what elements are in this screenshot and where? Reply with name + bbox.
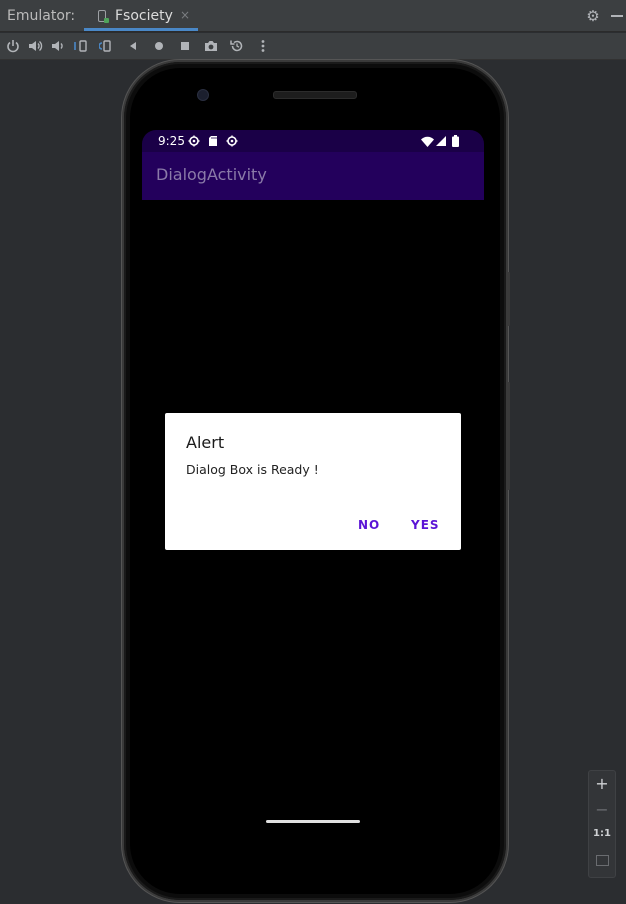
home-icon[interactable] bbox=[151, 38, 167, 54]
hide-minimize-icon[interactable] bbox=[611, 15, 623, 17]
tab-fsociety[interactable]: Fsociety × bbox=[84, 0, 198, 32]
zoom-in-button[interactable]: + bbox=[589, 774, 615, 793]
volume-side-button[interactable] bbox=[507, 382, 510, 490]
rotate-right-icon[interactable] bbox=[99, 38, 115, 54]
settings-notification-icon-2 bbox=[226, 135, 238, 147]
dialog-no-button[interactable]: NO bbox=[358, 518, 380, 532]
app-title: DialogActivity bbox=[156, 165, 267, 184]
dialog-yes-button[interactable]: YES bbox=[411, 518, 440, 532]
zoom-fit-button[interactable] bbox=[589, 854, 615, 870]
snapshot-icon[interactable] bbox=[229, 38, 245, 54]
power-side-button[interactable] bbox=[507, 272, 510, 326]
settings-notification-icon bbox=[188, 135, 200, 147]
zoom-out-button[interactable]: − bbox=[589, 800, 615, 819]
status-bar: 9:25 bbox=[142, 130, 484, 152]
volume-down-icon[interactable] bbox=[49, 38, 65, 54]
power-icon[interactable] bbox=[5, 38, 21, 54]
volume-up-icon[interactable] bbox=[27, 38, 43, 54]
app-toolbar: DialogActivity bbox=[142, 152, 484, 200]
device-icon bbox=[98, 10, 109, 23]
tab-close-icon[interactable]: × bbox=[180, 8, 190, 22]
tab-label: Fsociety bbox=[115, 8, 173, 24]
dialog-message: Dialog Box is Ready ! bbox=[186, 462, 319, 477]
tool-window-title: Emulator: bbox=[7, 8, 76, 24]
battery-icon bbox=[452, 135, 459, 147]
emulator-toolbar bbox=[0, 33, 626, 60]
zoom-actual-size-button[interactable]: 1:1 bbox=[589, 828, 615, 839]
status-time: 9:25 bbox=[158, 134, 185, 148]
gesture-home-bar[interactable] bbox=[266, 820, 360, 823]
front-camera-icon bbox=[197, 89, 209, 101]
cell-signal-icon bbox=[436, 136, 446, 146]
rotate-left-icon[interactable] bbox=[73, 38, 89, 54]
emulator-tab-bar: Emulator: Fsociety × ⚙ bbox=[0, 0, 626, 32]
sd-card-icon bbox=[209, 136, 217, 146]
wifi-icon bbox=[421, 136, 434, 147]
overview-icon[interactable] bbox=[177, 38, 193, 54]
zoom-controls: + − 1:1 bbox=[588, 770, 616, 878]
more-icon[interactable] bbox=[255, 38, 271, 54]
camera-icon[interactable] bbox=[203, 38, 219, 54]
back-icon[interactable] bbox=[125, 38, 141, 54]
settings-gear-icon[interactable]: ⚙ bbox=[585, 8, 601, 24]
earpiece-speaker bbox=[273, 91, 357, 99]
dialog-title: Alert bbox=[186, 433, 225, 452]
active-tab-indicator bbox=[84, 28, 198, 31]
alert-dialog: Alert Dialog Box is Ready ! NO YES bbox=[165, 413, 461, 550]
fit-screen-icon bbox=[595, 855, 609, 866]
